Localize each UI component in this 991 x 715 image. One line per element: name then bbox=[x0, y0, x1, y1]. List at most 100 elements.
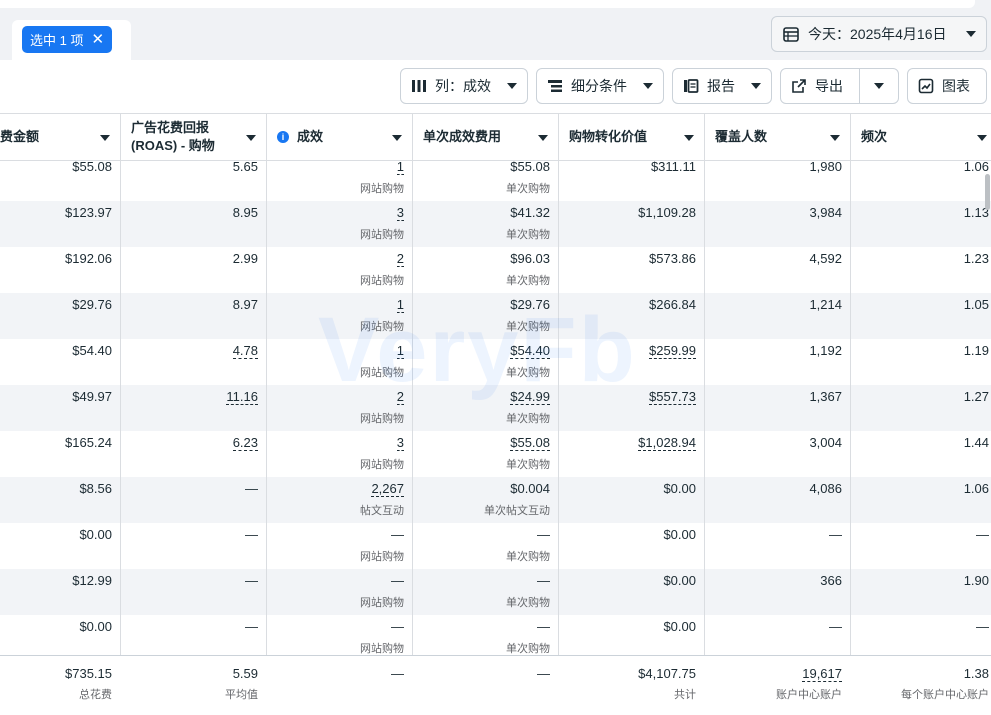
cell-value[interactable]: 2 bbox=[396, 389, 404, 405]
cell-value: $12.99 bbox=[72, 573, 112, 588]
column-header-roas[interactable]: 广告花费回报 (ROAS) - 购物 bbox=[121, 114, 266, 160]
cell-frequency: 1.23 bbox=[851, 247, 991, 293]
export-button[interactable]: 导出 bbox=[780, 68, 899, 104]
cell-caption: 网站购物 bbox=[360, 183, 404, 195]
sort-icon[interactable] bbox=[830, 135, 840, 141]
cell-spend: $192.06 bbox=[0, 247, 120, 293]
cell-value[interactable]: 2 bbox=[396, 251, 404, 267]
cell-value[interactable]: $1,028.94 bbox=[638, 435, 696, 451]
total-spend: $735.15 总花费 bbox=[0, 656, 120, 715]
info-icon[interactable]: i bbox=[277, 131, 289, 143]
column-header-results[interactable]: i 成效 bbox=[267, 114, 412, 160]
cell-value: $165.24 bbox=[65, 435, 112, 450]
cell-conversion-value: $0.00 bbox=[559, 477, 704, 523]
cell-value: 3,984 bbox=[809, 205, 842, 220]
cell-frequency: 1.27 bbox=[851, 385, 991, 431]
sort-icon[interactable] bbox=[246, 135, 256, 141]
cell-value[interactable]: $24.99 bbox=[510, 389, 550, 405]
cell-roas: 2.99 bbox=[121, 247, 266, 293]
table-row[interactable]: $123.97 8.95 3 网站购物 $41.32 单次购物 $1,109.28 3,984… bbox=[0, 201, 991, 247]
cell-value: — bbox=[976, 619, 989, 634]
chevron-down-icon bbox=[751, 83, 761, 89]
total-value: — bbox=[391, 666, 404, 681]
cell-value: $55.08 bbox=[510, 159, 550, 174]
cell-value: — bbox=[245, 619, 258, 634]
cell-value[interactable]: $54.40 bbox=[510, 343, 550, 359]
total-conversion-value: $4,107.75 共计 bbox=[559, 656, 704, 715]
cell-conversion-value: $1,028.94 bbox=[559, 431, 704, 477]
total-caption: 总花费 bbox=[79, 689, 112, 701]
column-divider bbox=[850, 113, 851, 715]
cell-value[interactable]: 2,267 bbox=[371, 481, 404, 497]
selection-chip[interactable]: 选中 1 项 ✕ bbox=[22, 26, 113, 53]
column-divider bbox=[704, 113, 705, 715]
selection-label: 选中 1 项 bbox=[30, 33, 84, 48]
cell-caption: 单次购物 bbox=[506, 413, 550, 425]
column-header-reach[interactable]: 覆盖人数 bbox=[705, 114, 850, 160]
cell-caption: 网站购物 bbox=[360, 459, 404, 471]
cell-value: $266.84 bbox=[649, 297, 696, 312]
cell-results: 3 网站购物 bbox=[267, 431, 412, 477]
sort-icon[interactable] bbox=[538, 135, 548, 141]
cell-value[interactable]: 3 bbox=[396, 205, 404, 221]
table-row[interactable]: $54.40 4.78 1 网站购物 $54.40 单次购物 $259.99 1,192 1.1… bbox=[0, 339, 991, 385]
column-header-frequency[interactable]: 频次 bbox=[851, 114, 991, 160]
cell-value[interactable]: $557.73 bbox=[649, 389, 696, 405]
cell-roas: 11.16 bbox=[121, 385, 266, 431]
total-frequency: 1.38 每个账户中心账户 bbox=[851, 656, 991, 715]
table-row[interactable]: $192.06 2.99 2 网站购物 $96.03 单次购物 $573.86 4,592 1.… bbox=[0, 247, 991, 293]
table-row[interactable]: $55.08 5.65 1 网站购物 $55.08 单次购物 $311.11 1,980 1.0… bbox=[0, 155, 991, 201]
cell-conversion-value: $311.11 bbox=[559, 155, 704, 201]
cell-value: $49.97 bbox=[72, 389, 112, 404]
table-row[interactable]: $12.99 — — 网站购物 — 单次购物 $0.00 366 1.90 bbox=[0, 569, 991, 615]
cell-reach: 3,984 bbox=[705, 201, 850, 247]
cell-value[interactable]: 1 bbox=[396, 159, 404, 175]
total-value[interactable]: 19,617 bbox=[802, 666, 842, 682]
column-header-conversion-value[interactable]: 购物转化价值 bbox=[559, 114, 704, 160]
header-label: 频次 bbox=[861, 129, 888, 144]
cell-reach: 4,086 bbox=[705, 477, 850, 523]
total-roas: 5.59 平均值 bbox=[121, 656, 266, 715]
cell-value[interactable]: $55.08 bbox=[510, 435, 550, 451]
column-header-cost-per-result[interactable]: 单次成效费用 bbox=[413, 114, 558, 160]
cell-value[interactable]: 1 bbox=[396, 297, 404, 313]
table-row[interactable]: $165.24 6.23 3 网站购物 $55.08 单次购物 $1,028.94 3,004… bbox=[0, 431, 991, 477]
breakdown-button[interactable]: 细分条件 bbox=[536, 68, 664, 104]
vertical-scrollbar[interactable] bbox=[985, 174, 990, 210]
cell-value: 4,592 bbox=[809, 251, 842, 266]
sort-icon[interactable] bbox=[392, 135, 402, 141]
cell-value[interactable]: 3 bbox=[396, 435, 404, 451]
table-row[interactable]: $0.00 — — 网站购物 — 单次购物 $0.00 — — bbox=[0, 523, 991, 569]
cell-results: — 网站购物 bbox=[267, 569, 412, 615]
sort-icon[interactable] bbox=[100, 135, 110, 141]
cell-value: — bbox=[245, 527, 258, 542]
export-dropdown-icon[interactable] bbox=[874, 83, 884, 89]
cell-results: 1 网站购物 bbox=[267, 293, 412, 339]
table-row[interactable]: $49.97 11.16 2 网站购物 $24.99 单次购物 $557.73 1,367 1.… bbox=[0, 385, 991, 431]
cell-value[interactable]: $259.99 bbox=[649, 343, 696, 359]
cell-caption: 网站购物 bbox=[360, 643, 404, 655]
table-row[interactable]: $8.56 — 2,267 帖文互动 $0.004 单次帖文互动 $0.00 4,086 1.0… bbox=[0, 477, 991, 523]
cell-value[interactable]: 1 bbox=[396, 343, 404, 359]
cell-value[interactable]: 6.23 bbox=[232, 435, 258, 451]
date-picker-button[interactable]: 今天：2025年4月16日 bbox=[771, 16, 987, 52]
sort-icon[interactable] bbox=[977, 135, 987, 141]
columns-button[interactable]: 列：成效 bbox=[400, 68, 528, 104]
column-header-spend[interactable]: 费金额 bbox=[0, 114, 120, 160]
cell-roas: 5.65 bbox=[121, 155, 266, 201]
cell-value: $8.56 bbox=[79, 481, 112, 496]
reports-button[interactable]: 报告 bbox=[672, 68, 772, 104]
header-label: 广告花费回报 bbox=[131, 120, 210, 135]
close-icon[interactable]: ✕ bbox=[91, 32, 104, 47]
cell-value[interactable]: 11.16 bbox=[226, 389, 258, 405]
sort-icon[interactable] bbox=[684, 135, 694, 141]
breakdown-icon bbox=[548, 80, 562, 92]
total-value: — bbox=[537, 666, 550, 681]
charts-button[interactable]: 图表 bbox=[907, 68, 987, 104]
cell-value[interactable]: 4.78 bbox=[232, 343, 258, 359]
table-row[interactable]: $29.76 8.97 1 网站购物 $29.76 单次购物 $266.84 1,214 1.0… bbox=[0, 293, 991, 339]
total-reach: 19,617 账户中心账户 bbox=[705, 656, 850, 715]
cell-conversion-value: $266.84 bbox=[559, 293, 704, 339]
cell-value: $573.86 bbox=[649, 251, 696, 266]
cell-caption: 网站购物 bbox=[360, 597, 404, 609]
